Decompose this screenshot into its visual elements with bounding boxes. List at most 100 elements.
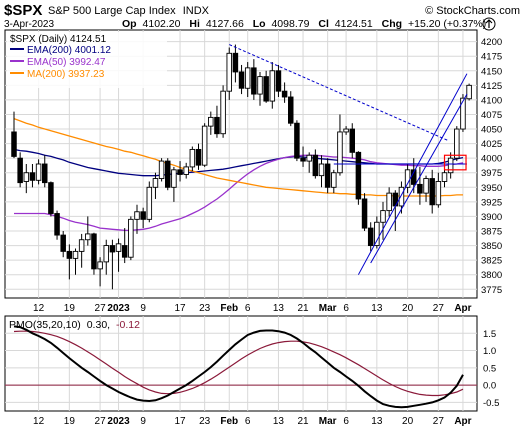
copyright-label: © StockCharts.com (425, 5, 520, 17)
candle-body (435, 181, 442, 206)
legend: $SPX (Daily) 4124.51 EMA(200) 4001.12 EM… (7, 32, 167, 88)
change-value: +15.20 (+0.37%) (408, 18, 486, 30)
candle-body (466, 84, 472, 100)
candle (158, 158, 165, 182)
x-tick-label: 6 (245, 303, 251, 314)
candle-body (460, 97, 466, 130)
x-tick-label: 21 (297, 303, 309, 314)
candle-body (257, 76, 263, 95)
candle-body (85, 233, 91, 241)
candle-body (232, 52, 239, 73)
candle (54, 210, 60, 240)
candle-body (318, 163, 325, 177)
candle-body (189, 148, 196, 168)
candle (146, 181, 153, 223)
candle-body (208, 116, 214, 127)
candle-body (361, 198, 368, 229)
x-tick-label: Feb (220, 303, 238, 314)
candle (91, 232, 97, 275)
price-tick-label: 4150 (481, 66, 502, 77)
date-label: 3-Apr-2023 (4, 19, 54, 30)
x-tick-label-bottom: 27 (433, 416, 445, 427)
symbol-label: $SPX (4, 2, 42, 19)
x-tick-label-bottom: 9 (140, 416, 146, 427)
x-tick-label-bottom: 20 (402, 416, 414, 427)
x-tick-label-bottom: 6 (245, 416, 251, 427)
price-tick-label: 4200 (481, 37, 502, 48)
close-value: 4124.51 (335, 18, 373, 30)
candle (48, 181, 54, 217)
x-tick-label: 13 (273, 303, 285, 314)
x-tick-label-bottom: 6 (343, 416, 349, 427)
x-tick-label: 27 (433, 303, 445, 314)
close-label: Cl (318, 18, 329, 30)
candle-body (300, 157, 306, 162)
candle-body (171, 169, 177, 188)
candle-body (454, 128, 460, 159)
candle (220, 85, 226, 138)
price-tick-label: 3775 (481, 285, 502, 296)
price-tick-label: 3925 (481, 197, 502, 208)
low-label: Lo (253, 18, 266, 30)
candle-body (23, 172, 30, 182)
index-name: S&P 500 Large Cap Index INDX (48, 5, 210, 17)
price-tick-label: 4100 (481, 95, 502, 106)
candle-body (380, 210, 386, 223)
candle-body (404, 169, 411, 188)
candle-body (238, 71, 245, 89)
pmo-tick-label: 1.0 (483, 346, 496, 357)
candle-body (441, 172, 448, 182)
candle-body (251, 67, 257, 95)
candle-body (331, 172, 337, 188)
x-tick-label-bottom: 21 (297, 416, 309, 427)
candle-body (281, 90, 288, 98)
price-tick-label: 3825 (481, 256, 502, 267)
candle-body (54, 213, 60, 236)
candle-body (140, 211, 146, 220)
legend-ma200-label: MA(200) 3937.23 (27, 69, 105, 80)
high-label: Hi (189, 18, 200, 30)
pmo-name: PMO(35,20,10) (9, 319, 81, 331)
pmo-value: 0.30, (87, 319, 110, 331)
x-tick-label-bottom: 19 (64, 416, 76, 427)
candle-body (214, 116, 220, 135)
candle-body (374, 221, 380, 247)
price-panel: 3775 3800 3825 3850 3875 3900 3925 3950 3975 4000… (4, 29, 502, 299)
x-tick-label-bottom: Apr (454, 416, 471, 427)
open-value: 4102.20 (143, 18, 181, 30)
price-tick-label: 4000 (481, 154, 502, 165)
candle (460, 94, 466, 132)
high-value: 4127.66 (206, 18, 244, 30)
candle-body (201, 125, 208, 166)
candle-body (97, 261, 103, 270)
x-tick-label: 23 (199, 303, 211, 314)
candle-body (60, 234, 66, 252)
price-tick-label: 4075 (481, 110, 502, 121)
price-tick-label: 3875 (481, 227, 502, 238)
price-tick-label: 4025 (481, 139, 502, 150)
candle-body (423, 178, 429, 194)
candle-body (367, 227, 374, 247)
candle-body (78, 239, 85, 252)
candle-body (226, 52, 232, 92)
candle-body (220, 90, 226, 135)
x-tick-label-bottom: 23 (199, 416, 211, 427)
pmo-label: PMO(35,20,10) 0.30, -0.12 (9, 319, 140, 331)
x-tick-label-bottom: Mar (319, 416, 337, 427)
candle-body (177, 169, 183, 175)
candle (201, 123, 208, 167)
price-tick-label: 3800 (481, 270, 502, 281)
candle-body (337, 131, 343, 174)
candle-body (355, 151, 362, 200)
candle (466, 83, 472, 101)
x-tick-label: 13 (371, 303, 383, 314)
ohlc-readout: Op 4102.20 Hi 4127.66 Lo 4098.79 Cl 4124… (122, 18, 486, 30)
candle-body (91, 233, 97, 270)
pmo-tick-label: 0.5 (483, 363, 496, 374)
open-label: Op (122, 18, 137, 30)
pmo-tick-label: 1.5 (483, 329, 496, 340)
candle-body (72, 250, 79, 259)
x-tick-label: 6 (343, 303, 349, 314)
candle-body (349, 128, 356, 153)
pmo-tick-label: 0.0 (483, 381, 496, 392)
